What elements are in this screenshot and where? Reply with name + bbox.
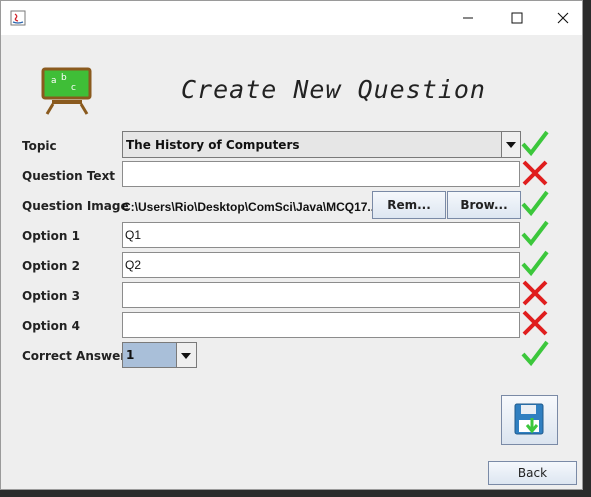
option-3-field[interactable] <box>122 282 520 308</box>
page-title: Create New Question <box>181 75 486 104</box>
correct-answer-value: 1 <box>126 348 135 362</box>
back-button[interactable]: Back <box>488 461 577 485</box>
valid-check-icon <box>520 249 550 277</box>
valid-check-icon <box>520 339 550 367</box>
option-2-label: Option 2 <box>22 259 80 273</box>
invalid-cross-icon <box>520 279 550 307</box>
java-app-icon <box>10 10 26 26</box>
close-button[interactable] <box>539 1 585 35</box>
option-2-field[interactable]: Q2 <box>122 252 520 278</box>
correct-answer-label: Correct Answer <box>22 349 127 363</box>
correct-answer-selection: 1 <box>123 343 177 367</box>
option-1-field[interactable]: Q1 <box>122 222 520 248</box>
valid-check-icon <box>520 129 550 157</box>
minimize-button[interactable] <box>445 1 491 35</box>
chevron-down-icon[interactable] <box>501 132 520 157</box>
svg-text:a: a <box>51 76 57 86</box>
valid-check-icon <box>520 219 550 247</box>
question-text-field[interactable] <box>122 161 520 187</box>
option-1-label: Option 1 <box>22 229 80 243</box>
svg-text:b: b <box>61 73 67 83</box>
chevron-down-icon[interactable] <box>176 343 196 367</box>
topic-dropdown[interactable]: The History of Computers <box>122 131 521 158</box>
correct-answer-dropdown[interactable]: 1 <box>122 342 197 368</box>
valid-check-icon <box>520 189 550 217</box>
maximize-button[interactable] <box>493 1 539 35</box>
option-4-label: Option 4 <box>22 319 80 333</box>
floppy-disk-icon <box>514 403 544 435</box>
question-window: a b c Create New Question Topic The Hist… <box>0 0 583 490</box>
invalid-cross-icon <box>520 159 550 187</box>
topic-selected-value: The History of Computers <box>126 138 300 152</box>
svg-text:c: c <box>71 83 76 93</box>
option-4-field[interactable] <box>122 312 520 338</box>
title-bar <box>1 1 582 35</box>
invalid-cross-icon <box>520 309 550 337</box>
question-image-label: Question Image <box>22 199 129 213</box>
save-button[interactable] <box>501 395 558 445</box>
chalkboard-icon: a b c <box>41 67 93 115</box>
topic-label: Topic <box>22 139 57 153</box>
question-image-path: C:\Users\Rio\Desktop\ComSci\Java\MCQ17..… <box>122 200 378 214</box>
question-text-label: Question Text <box>22 169 116 183</box>
option-3-label: Option 3 <box>22 289 80 303</box>
remove-image-button[interactable]: Rem... <box>372 191 446 219</box>
browse-image-button[interactable]: Brow... <box>447 191 521 219</box>
